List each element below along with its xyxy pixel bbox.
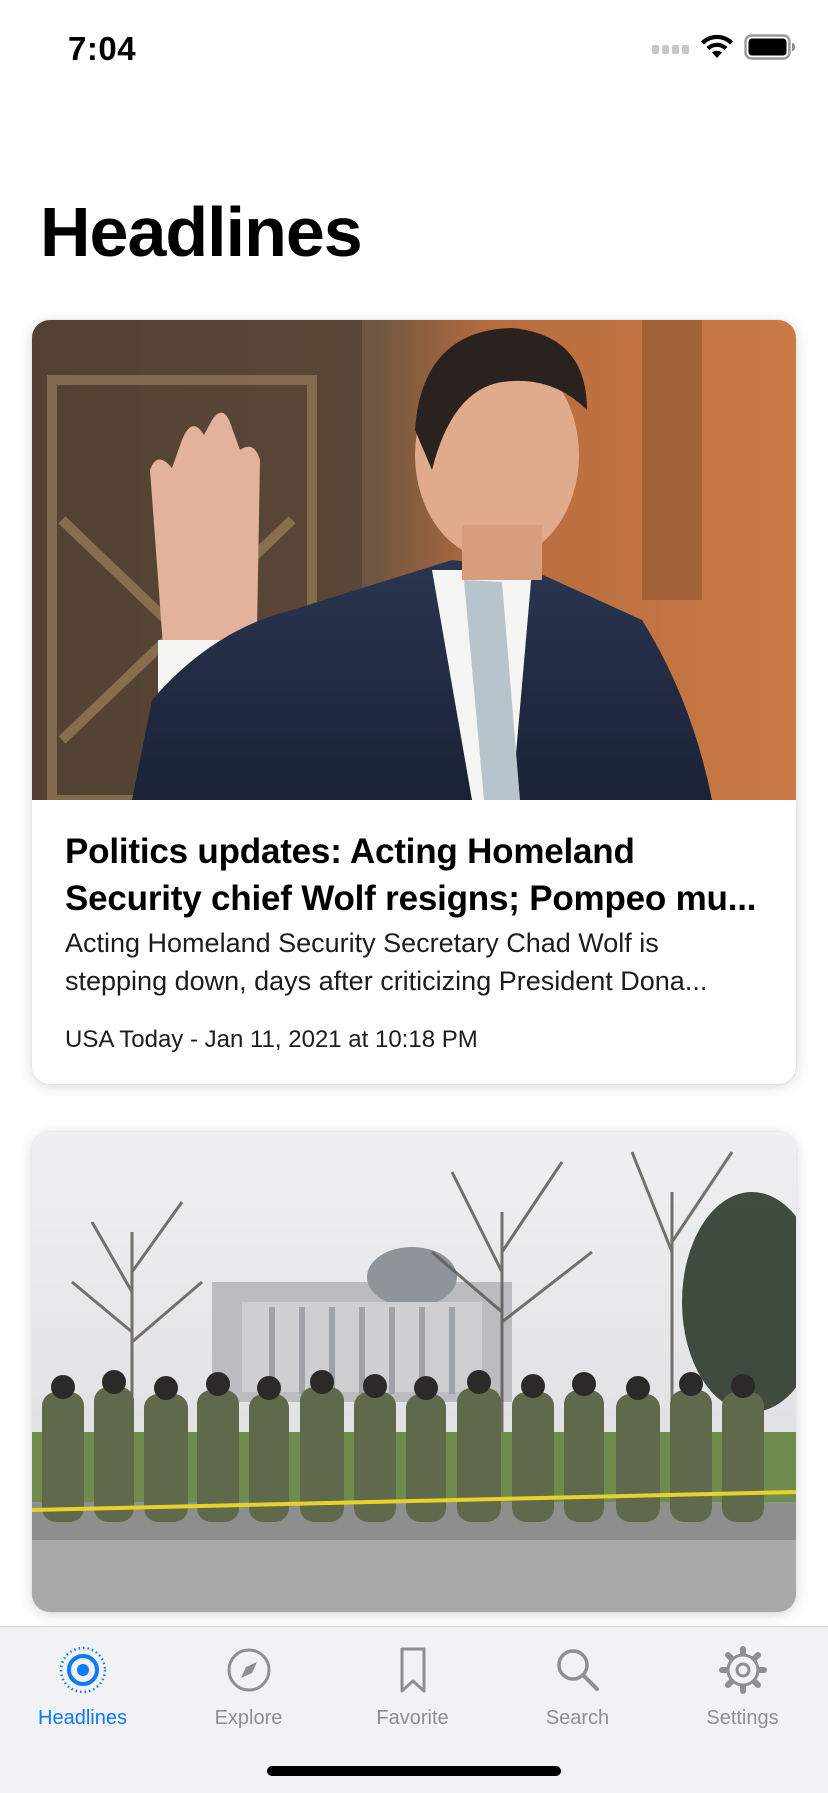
- article-headline[interactable]: Politics updates: Acting Homeland Securi…: [65, 828, 763, 922]
- article-card[interactable]: [32, 1132, 796, 1612]
- status-time: 7:04: [68, 30, 137, 67]
- headlines-icon: [59, 1646, 106, 1694]
- article-summary: Acting Homeland Security Secretary Chad …: [65, 928, 708, 996]
- article-image[interactable]: [32, 320, 796, 800]
- search-icon: [556, 1649, 599, 1691]
- headlines-feed[interactable]: Politics updates: Acting Homeland Securi…: [32, 320, 796, 1660]
- article-image[interactable]: [32, 1132, 796, 1612]
- article-card[interactable]: Politics updates: Acting Homeland Securi…: [32, 320, 796, 1084]
- gear-icon: [718, 1646, 767, 1694]
- tab-search[interactable]: Search: [495, 1645, 660, 1730]
- tab-label: Explore: [214, 1707, 283, 1729]
- article-source: USA Today - Jan 11, 2021 at 10:18 PM: [65, 1026, 478, 1053]
- wifi-icon: [701, 34, 733, 58]
- battery-icon: [744, 34, 795, 60]
- tab-label: Settings: [706, 1707, 779, 1729]
- status-icons: [652, 34, 796, 60]
- home-indicator[interactable]: [267, 1766, 561, 1776]
- status-bar: 7:04: [0, 0, 828, 100]
- tab-favorite[interactable]: Favorite: [330, 1645, 495, 1730]
- tab-label: Search: [545, 1707, 610, 1729]
- tab-label: Headlines: [38, 1707, 127, 1729]
- article-body: Politics updates: Acting Homeland Securi…: [32, 800, 796, 1084]
- compass-icon: [227, 1648, 270, 1692]
- signal-icon: [652, 45, 689, 54]
- tab-headlines[interactable]: Headlines: [0, 1645, 165, 1730]
- tab-settings[interactable]: Settings: [660, 1645, 825, 1730]
- bookmark-icon: [400, 1647, 425, 1693]
- page-title: Headlines: [40, 193, 363, 271]
- tab-explore[interactable]: Explore: [166, 1645, 331, 1730]
- tab-label: Favorite: [376, 1707, 449, 1729]
